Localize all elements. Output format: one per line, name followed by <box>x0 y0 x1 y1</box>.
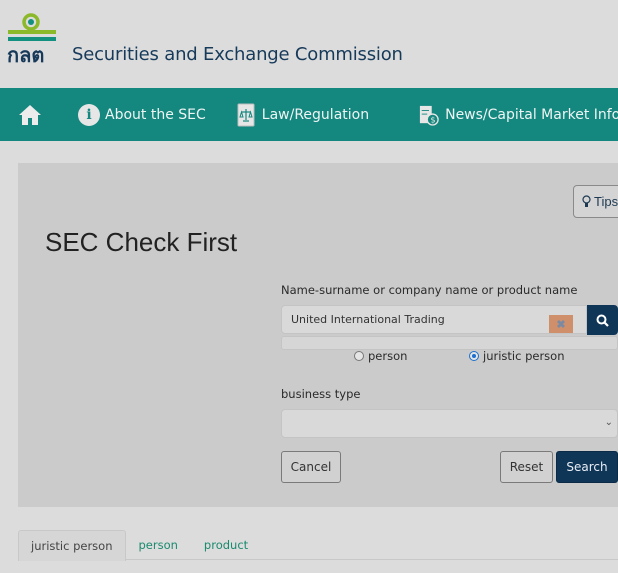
clear-search-button[interactable]: ✖ <box>549 315 573 333</box>
nav-home[interactable] <box>18 103 42 127</box>
business-type-select[interactable]: ⌄ <box>281 409 618 438</box>
nav-news-label: News/Capital Market Inform <box>445 106 618 123</box>
radio-button[interactable] <box>469 351 479 361</box>
nav-about-label: About the SEC <box>105 106 206 123</box>
tips-label: Tips <box>594 194 618 209</box>
reset-button[interactable]: Reset <box>500 451 553 483</box>
site-title[interactable]: Securities and Exchange Commission <box>72 44 403 65</box>
radio-person[interactable]: person <box>354 349 407 363</box>
result-tabs: juristic person person product <box>18 530 618 561</box>
search-icon <box>596 314 609 327</box>
logo-text: กลต <box>7 43 44 64</box>
search-panel: SEC Check First Tips Name-surname or com… <box>18 163 618 507</box>
tips-button[interactable]: Tips <box>573 185 618 218</box>
law-document-icon <box>237 103 255 126</box>
site-header: กลต Securities and Exchange Commission <box>0 0 618 88</box>
lightbulb-icon <box>582 195 591 207</box>
radio-person-label: person <box>368 349 408 363</box>
nav-law-label: Law/Regulation <box>261 106 370 123</box>
radio-button[interactable] <box>354 351 364 361</box>
page-title: SEC Check First <box>45 227 238 257</box>
svg-text:$: $ <box>430 114 435 124</box>
business-type-label: business type <box>281 387 361 401</box>
tab-person[interactable]: person <box>126 530 191 560</box>
chevron-down-icon: ⌄ <box>604 417 613 428</box>
close-icon: ✖ <box>556 318 566 331</box>
tab-juristic-person[interactable]: juristic person <box>18 530 126 561</box>
info-icon: i <box>78 103 100 126</box>
radio-juristic-person[interactable]: juristic person <box>469 349 565 363</box>
main-nav: i About the SEC Law/Regulation $ News/Ca… <box>0 88 618 141</box>
search-field-label: Name-surname or company name or product … <box>281 283 578 297</box>
nav-law-regulation[interactable]: Law/Regulation <box>236 103 369 127</box>
search-button[interactable]: Search <box>556 451 618 483</box>
search-submit-button[interactable] <box>587 305 618 335</box>
cancel-button[interactable]: Cancel <box>281 451 341 483</box>
sec-logo[interactable]: กลต <box>6 10 60 64</box>
nav-about-sec[interactable]: i About the SEC <box>78 103 206 126</box>
tab-product[interactable]: product <box>191 530 261 560</box>
nav-news-capital-market[interactable]: $ News/Capital Market Inform <box>419 103 618 127</box>
autocomplete-bar <box>281 336 618 350</box>
news-money-icon: $ <box>420 105 439 126</box>
radio-juristic-label: juristic person <box>483 349 565 363</box>
home-icon <box>19 104 41 125</box>
search-input[interactable]: United International Trading <box>281 305 587 334</box>
